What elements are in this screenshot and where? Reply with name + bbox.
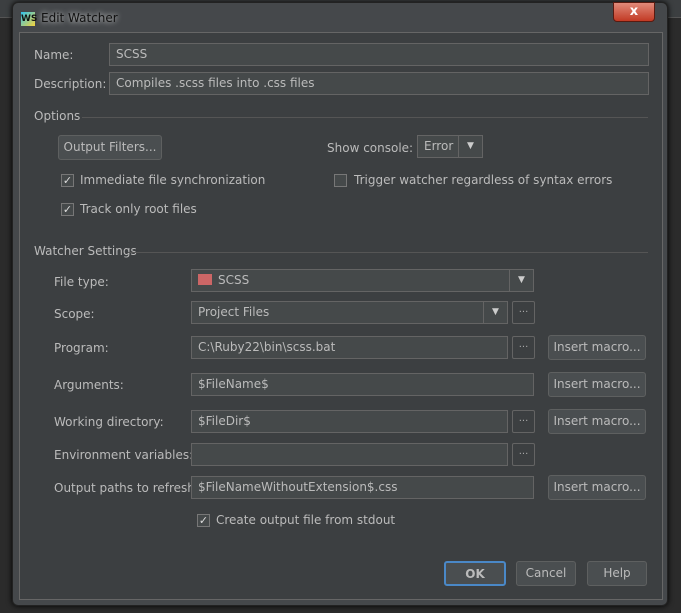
close-button[interactable]: x	[613, 2, 655, 22]
description-label: Description:	[34, 77, 107, 91]
divider	[82, 117, 648, 118]
cancel-button[interactable]: Cancel	[516, 561, 576, 586]
immediate-sync-checkbox[interactable]: ✓	[61, 174, 74, 187]
file-type-select[interactable]: SCSS ▼	[191, 269, 534, 292]
output-filters-button[interactable]: Output Filters...	[58, 135, 162, 160]
chevron-down-icon: ▼	[458, 136, 482, 157]
options-header: Options	[34, 109, 81, 123]
arguments-label: Arguments:	[54, 378, 124, 392]
program-label: Program:	[54, 341, 109, 355]
scss-file-icon	[198, 274, 212, 285]
dialog-title: Edit Watcher	[41, 11, 118, 25]
webstorm-logo-icon: WS	[21, 12, 38, 26]
output-paths-insert-macro-button[interactable]: Insert macro...	[548, 475, 646, 500]
divider	[128, 252, 648, 253]
create-output-checkbox[interactable]: ✓	[197, 514, 210, 527]
trigger-regardless-label: Trigger watcher regardless of syntax err…	[354, 173, 613, 187]
program-insert-macro-button[interactable]: Insert macro...	[548, 335, 646, 360]
environment-variables-label: Environment variables:	[54, 448, 194, 462]
show-console-select[interactable]: Error ▼	[417, 135, 483, 158]
track-root-checkbox[interactable]: ✓	[61, 203, 74, 216]
chevron-down-icon: ▼	[483, 302, 507, 323]
create-output-label: Create output file from stdout	[216, 513, 396, 527]
file-type-value: SCSS	[218, 273, 250, 287]
scope-browse-button[interactable]: ...	[512, 301, 535, 324]
output-paths-label: Output paths to refresh:	[54, 481, 199, 495]
program-browse-button[interactable]: ...	[512, 336, 535, 359]
file-type-label: File type:	[54, 275, 109, 289]
output-paths-input[interactable]: $FileNameWithoutExtension$.css	[191, 476, 534, 499]
dialog-content: Name: SCSS Description: Compiles .scss f…	[19, 32, 663, 600]
environment-variables-browse-button[interactable]: ...	[512, 443, 535, 466]
immediate-sync-label: Immediate file synchronization	[80, 173, 266, 187]
watcher-settings-header: Watcher Settings	[34, 244, 137, 258]
scope-value: Project Files	[198, 305, 270, 319]
track-root-label: Track only root files	[80, 202, 197, 216]
ok-button[interactable]: OK	[444, 561, 506, 586]
working-directory-input[interactable]: $FileDir$	[191, 410, 508, 433]
arguments-insert-macro-button[interactable]: Insert macro...	[548, 372, 646, 397]
description-input[interactable]: Compiles .scss files into .css files	[109, 72, 649, 95]
chevron-down-icon: ▼	[509, 270, 533, 291]
name-label: Name:	[34, 48, 74, 62]
trigger-regardless-checkbox[interactable]	[334, 174, 347, 187]
working-directory-insert-macro-button[interactable]: Insert macro...	[548, 409, 646, 434]
help-button[interactable]: Help	[587, 561, 647, 586]
edit-watcher-dialog: WS Edit Watcher x Name: SCSS Description…	[12, 2, 668, 606]
show-console-label: Show console:	[327, 141, 414, 155]
arguments-input[interactable]: $FileName$	[191, 373, 534, 396]
show-console-value: Error	[424, 139, 454, 153]
environment-variables-input[interactable]	[191, 443, 508, 466]
name-input[interactable]: SCSS	[109, 43, 649, 66]
scope-select[interactable]: Project Files ▼	[191, 301, 508, 324]
program-input[interactable]: C:\Ruby22\bin\scss.bat	[191, 336, 508, 359]
working-directory-label: Working directory:	[54, 415, 164, 429]
scope-label: Scope:	[54, 307, 95, 321]
working-directory-browse-button[interactable]: ...	[512, 410, 535, 433]
